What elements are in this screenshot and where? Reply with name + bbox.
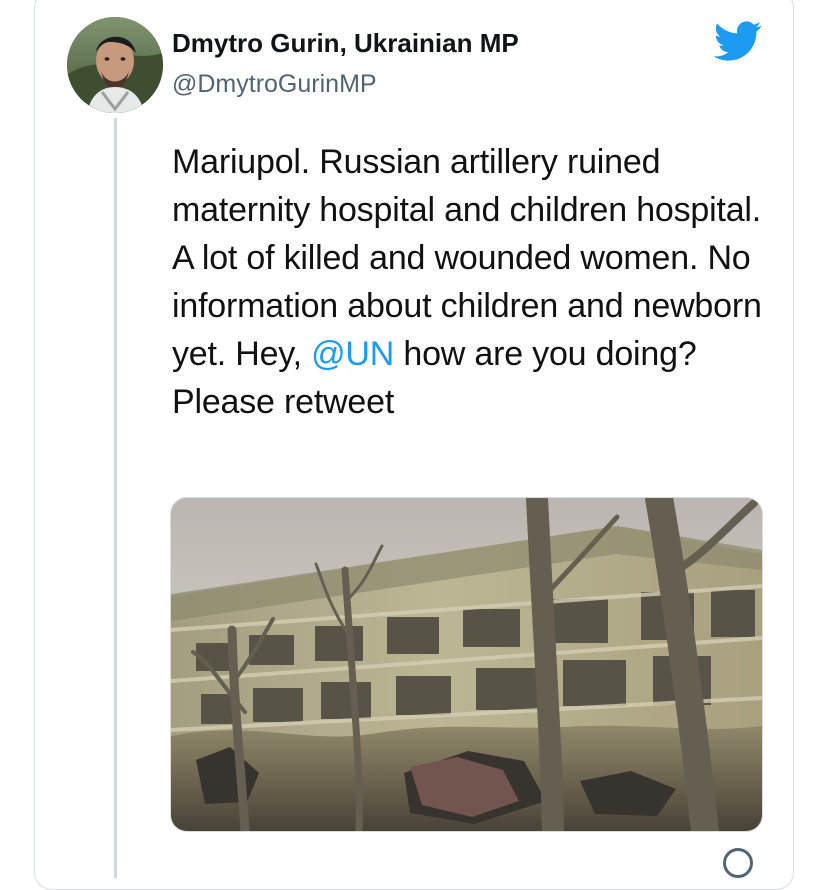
- tweet-text: Mariupol. Russian artillery ruined mater…: [172, 138, 772, 426]
- damaged-hospital-building-photo: [171, 498, 762, 831]
- tweet-photo[interactable]: [170, 497, 763, 832]
- author-display-name[interactable]: Dmytro Gurin, Ukrainian MP: [172, 28, 519, 59]
- twitter-bird-icon[interactable]: [714, 21, 762, 61]
- author-handle[interactable]: @DmytroGurinMP: [172, 70, 377, 99]
- thread-line: [114, 118, 117, 878]
- author-avatar[interactable]: [67, 17, 163, 113]
- info-icon[interactable]: [723, 848, 753, 878]
- avatar-icon: [67, 17, 163, 113]
- mention-link[interactable]: @UN: [311, 335, 394, 373]
